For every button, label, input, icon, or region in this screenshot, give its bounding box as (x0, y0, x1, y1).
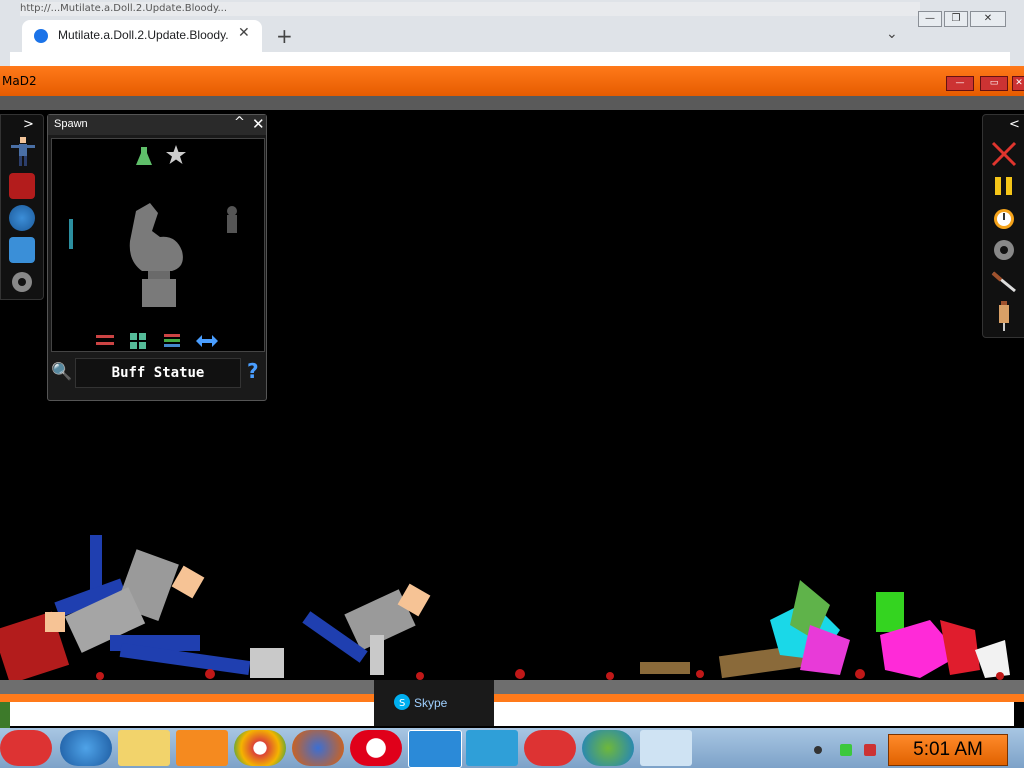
ground-edge (0, 694, 1024, 702)
network-icon[interactable] (582, 730, 634, 766)
search-icon[interactable]: 🔍 (51, 362, 72, 382)
tray-dot-icon[interactable] (814, 746, 822, 754)
gear-icon[interactable] (9, 269, 35, 295)
selected-item-name[interactable]: Buff Statue (75, 358, 241, 388)
game-subbar (0, 96, 1024, 110)
swap-icon[interactable] (196, 335, 218, 347)
network-tray-icon[interactable] (840, 744, 852, 756)
ground (0, 680, 1024, 694)
game-minimize-button[interactable]: — (946, 76, 974, 91)
item-thumbnail[interactable] (224, 205, 240, 235)
tab-title: Mutilate.a.Doll.2.Update.Bloody.! (58, 28, 228, 42)
site-icon (34, 29, 48, 43)
game-titlebar: MaD2 — ▭ ✕ (0, 66, 1024, 96)
left-toolbar: > (0, 114, 44, 300)
skype-thumbnail-popup[interactable]: S Skype (374, 680, 494, 726)
right-toolbar: < (982, 114, 1024, 338)
opera-icon[interactable] (350, 730, 402, 766)
syringe-icon[interactable] (995, 301, 1013, 331)
svg-text:S: S (399, 698, 405, 709)
figure-icon[interactable] (640, 730, 692, 766)
tab-close-icon[interactable]: ✕ (238, 25, 250, 41)
angry-birds-icon[interactable] (524, 730, 576, 766)
game-maximize-button[interactable]: ▭ (980, 76, 1008, 91)
volume-muted-icon[interactable] (864, 744, 876, 756)
stopwatch-icon[interactable] (991, 205, 1017, 231)
book-icon[interactable] (9, 173, 35, 199)
game-scene[interactable] (0, 530, 1024, 682)
spawn-panel-header: Spawn ^ ✕ (48, 115, 266, 135)
angry-birds-icon[interactable] (0, 730, 52, 766)
firefox-icon[interactable] (292, 730, 344, 766)
taskbar-clock[interactable]: 5:01 AM (888, 734, 1008, 766)
minimize-button[interactable]: — (918, 11, 942, 27)
ragdoll-pile-left (0, 535, 284, 682)
3d-box-icon[interactable] (466, 730, 518, 766)
page-edge (0, 702, 10, 728)
save-icon[interactable] (9, 237, 35, 263)
restore-button[interactable]: ❐ (944, 11, 968, 27)
right-toolbar-toggle[interactable]: < (1009, 117, 1020, 132)
pause-icon[interactable] (993, 175, 1015, 197)
gear-icon[interactable] (991, 237, 1017, 263)
star-icon[interactable] (166, 145, 186, 165)
skype-icon: S (394, 694, 410, 710)
chrome-icon[interactable] (234, 730, 286, 766)
game-title: MaD2 (2, 74, 37, 88)
skype-icon[interactable] (408, 730, 462, 768)
page-footer (10, 702, 1014, 726)
media-player-icon[interactable] (176, 730, 228, 766)
buff-statue-preview (129, 203, 183, 307)
browser-frame: http://...Mutilate.a.Doll.2.Update.Blood… (0, 0, 1024, 66)
grid-icon[interactable] (130, 333, 146, 349)
flask-icon[interactable] (136, 147, 152, 165)
clear-icon[interactable] (991, 141, 1017, 167)
game-close-button[interactable]: ✕ (1012, 76, 1024, 91)
debris-right (640, 580, 1010, 679)
address-bar[interactable]: http://...Mutilate.a.Doll.2.Update.Blood… (20, 2, 920, 16)
spawn-search-row: 🔍 Buff Statue ? (51, 357, 263, 388)
globe-icon[interactable] (9, 205, 35, 231)
page-strip (10, 52, 1010, 66)
file-explorer-icon[interactable] (118, 730, 170, 766)
spawn-title: Spawn (54, 118, 88, 130)
close-button[interactable]: ✕ (970, 11, 1006, 27)
collapse-icon[interactable]: ^ (234, 115, 245, 130)
tab-menu-icon[interactable]: ⌄ (886, 26, 898, 42)
spawn-close-icon[interactable]: ✕ (252, 115, 265, 133)
list-icon[interactable] (164, 333, 180, 349)
left-toolbar-toggle[interactable]: > (23, 117, 34, 132)
item-thumbnail[interactable] (67, 219, 75, 249)
internet-explorer-icon[interactable] (60, 730, 112, 766)
spawn-panel: Spawn ^ ✕ 🔍 Buff Statue ? (47, 114, 267, 401)
browser-tab[interactable]: Mutilate.a.Doll.2.Update.Bloody.! ✕ (22, 20, 262, 52)
spawn-preview[interactable] (51, 138, 265, 352)
shuffle-icon[interactable] (96, 333, 116, 347)
help-icon[interactable]: ? (247, 359, 259, 383)
ragdoll-icon[interactable] (9, 137, 35, 167)
ragdoll-center (302, 583, 431, 675)
skype-label: Skype (414, 696, 448, 710)
new-tab-button[interactable]: + (276, 24, 293, 48)
knife-icon[interactable] (989, 269, 1019, 295)
